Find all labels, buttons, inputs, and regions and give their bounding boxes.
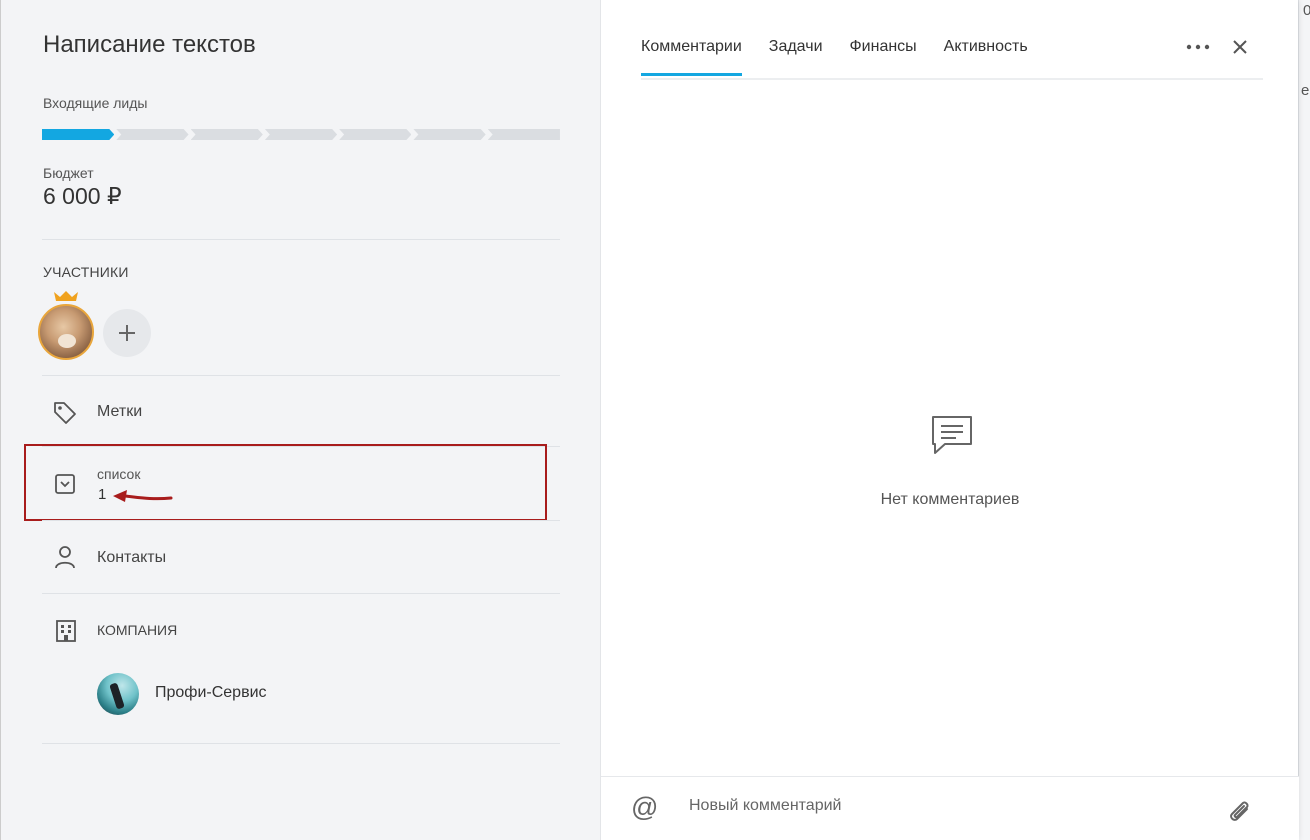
participants-label: УЧАСТНИКИ xyxy=(43,264,129,280)
new-comment-input[interactable] xyxy=(689,797,1189,815)
building-icon xyxy=(56,620,76,642)
pipeline-stage-segment[interactable] xyxy=(413,129,485,140)
pipeline-stage-segment[interactable] xyxy=(116,129,188,140)
list-field-value[interactable]: 1 xyxy=(98,486,106,503)
contacts-row[interactable]: Контакты xyxy=(42,540,560,574)
list-field-label: список xyxy=(97,466,141,482)
activity-tabs: Комментарии Задачи Финансы Активность xyxy=(641,38,1055,76)
dropdown-field-icon xyxy=(55,474,75,494)
person-icon xyxy=(55,546,75,569)
pipeline-stage-label[interactable]: Входящие лиды xyxy=(43,95,148,111)
comment-composer: @ xyxy=(601,776,1299,840)
budget-label: Бюджет xyxy=(43,165,94,181)
company-avatar[interactable] xyxy=(97,673,139,715)
add-participant-button[interactable] xyxy=(103,309,151,357)
crown-icon xyxy=(54,291,78,301)
divider xyxy=(42,520,560,521)
tabs-divider xyxy=(641,78,1263,80)
highlight-annotation-box xyxy=(24,444,547,521)
pipeline-stage-segment[interactable] xyxy=(487,129,560,140)
divider xyxy=(42,593,560,594)
annotation-arrow-icon xyxy=(113,490,173,502)
comment-bubble-icon xyxy=(932,416,972,454)
background-text-fragment: е xyxy=(1301,82,1310,99)
background-text-fragment: 0 xyxy=(1303,2,1310,19)
company-section-label: КОМПАНИЯ xyxy=(97,622,178,638)
contacts-label: Контакты xyxy=(97,549,167,566)
divider xyxy=(42,743,560,744)
mention-button[interactable]: @ xyxy=(631,794,658,821)
background-page-edge: 0 е xyxy=(1298,0,1310,840)
no-comments-text: Нет комментариев xyxy=(880,491,1020,508)
plus-icon xyxy=(119,325,135,341)
pipeline-progress[interactable] xyxy=(42,129,560,140)
more-options-icon[interactable] xyxy=(1185,40,1211,54)
divider xyxy=(42,375,560,376)
tab-finances[interactable]: Финансы xyxy=(850,38,917,76)
participant-avatar[interactable] xyxy=(38,304,94,360)
deal-details-panel: Написание текстов Входящие лиды Бюджет 6… xyxy=(0,0,600,840)
activity-panel: Комментарии Задачи Финансы Активность Не… xyxy=(600,0,1299,840)
pipeline-stage-segment[interactable] xyxy=(191,129,263,140)
budget-value[interactable]: 6 000 ₽ xyxy=(43,183,122,210)
tab-comments[interactable]: Комментарии xyxy=(641,38,742,76)
deal-modal: Написание текстов Входящие лиды Бюджет 6… xyxy=(0,0,1299,840)
pipeline-stage-segment[interactable] xyxy=(339,129,411,140)
close-icon[interactable] xyxy=(1231,38,1249,56)
paperclip-icon[interactable] xyxy=(1225,797,1255,827)
tags-label: Метки xyxy=(97,403,143,420)
tags-row[interactable]: Метки xyxy=(42,396,560,430)
tag-icon xyxy=(54,402,76,424)
tab-activity[interactable]: Активность xyxy=(944,38,1028,76)
company-name-link[interactable]: Профи-Сервис xyxy=(155,684,267,702)
deal-title[interactable]: Написание текстов xyxy=(43,31,256,59)
pipeline-stage-segment[interactable] xyxy=(42,129,114,140)
tab-tasks[interactable]: Задачи xyxy=(769,38,823,76)
divider xyxy=(42,239,560,240)
pipeline-stage-segment[interactable] xyxy=(265,129,337,140)
